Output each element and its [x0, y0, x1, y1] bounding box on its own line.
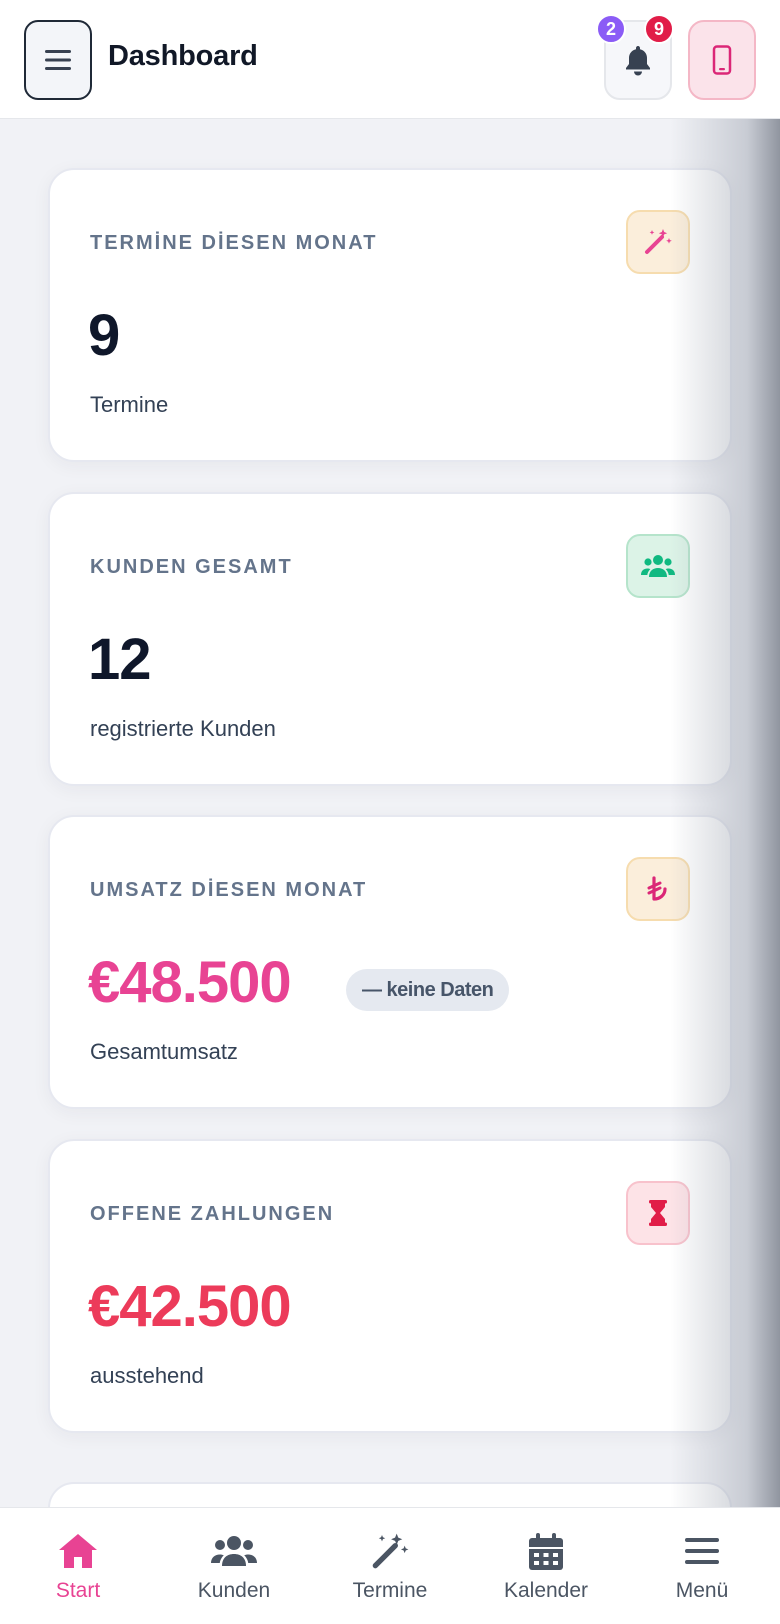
card-value: €48.500: [88, 950, 292, 1015]
nav-item-kalender[interactable]: Kalender: [476, 1516, 616, 1616]
nav-label: Kunden: [197, 1579, 271, 1602]
card-value: 9: [88, 303, 120, 368]
menu-icon: [685, 1538, 719, 1564]
home-icon: [59, 1534, 97, 1568]
bottom-navigation: Start Kunden Termine Kalender Menü: [0, 1507, 780, 1624]
top-header: Dashboard 2 9: [0, 0, 780, 119]
card-label: UMSATZ DİESEN MONAT: [90, 879, 368, 901]
users-icon: [211, 1536, 257, 1566]
card-subtitle: ausstehend: [90, 1363, 204, 1388]
magic-wand-icon: [372, 1533, 409, 1569]
card-label: OFFENE ZAHLUNGEN: [90, 1203, 335, 1225]
nav-label: Termine: [352, 1579, 428, 1602]
stat-card-open-payments[interactable]: OFFENE ZAHLUNGEN €42.500 ausstehend: [48, 1139, 732, 1433]
nav-item-termine[interactable]: Termine: [320, 1516, 460, 1616]
nav-item-start[interactable]: Start: [8, 1516, 148, 1616]
stat-card-revenue[interactable]: UMSATZ DİESEN MONAT €48.500 — keine Date…: [48, 815, 732, 1109]
hamburger-icon: [45, 50, 71, 70]
device-button[interactable]: [688, 20, 756, 100]
card-value: €42.500: [88, 1274, 292, 1339]
stat-card-appointments[interactable]: TERMİNE DİESEN MONAT 9 Termine: [48, 168, 732, 462]
calendar-icon: [529, 1533, 563, 1570]
hourglass-icon: [626, 1181, 690, 1245]
card-subtitle: Gesamtumsatz: [90, 1039, 238, 1064]
lira-icon: [626, 857, 690, 921]
notification-badge-red: 9: [644, 14, 674, 44]
card-subtitle: Termine: [90, 392, 169, 417]
magic-wand-icon: [626, 210, 690, 274]
page-title: Dashboard: [108, 40, 258, 72]
nav-label: Menü: [675, 1579, 729, 1602]
menu-button[interactable]: [24, 20, 92, 100]
nav-label: Start: [55, 1579, 101, 1602]
bell-icon: [626, 46, 650, 76]
card-value: 12: [88, 627, 152, 692]
nav-item-menu[interactable]: Menü: [632, 1516, 772, 1616]
notification-badge-purple: 2: [596, 14, 626, 44]
card-label: KUNDEN GESAMT: [90, 556, 293, 578]
nav-item-kunden[interactable]: Kunden: [164, 1516, 304, 1616]
card-label: TERMİNE DİESEN MONAT: [90, 232, 378, 254]
users-icon: [626, 534, 690, 598]
nav-label: Kalender: [503, 1579, 589, 1602]
mobile-phone-icon: [712, 45, 732, 75]
stat-card-customers[interactable]: KUNDEN GESAMT 12 registrierte Kunden: [48, 492, 732, 786]
trend-pill: — keine Daten: [346, 969, 510, 1011]
card-subtitle: registrierte Kunden: [90, 716, 276, 741]
